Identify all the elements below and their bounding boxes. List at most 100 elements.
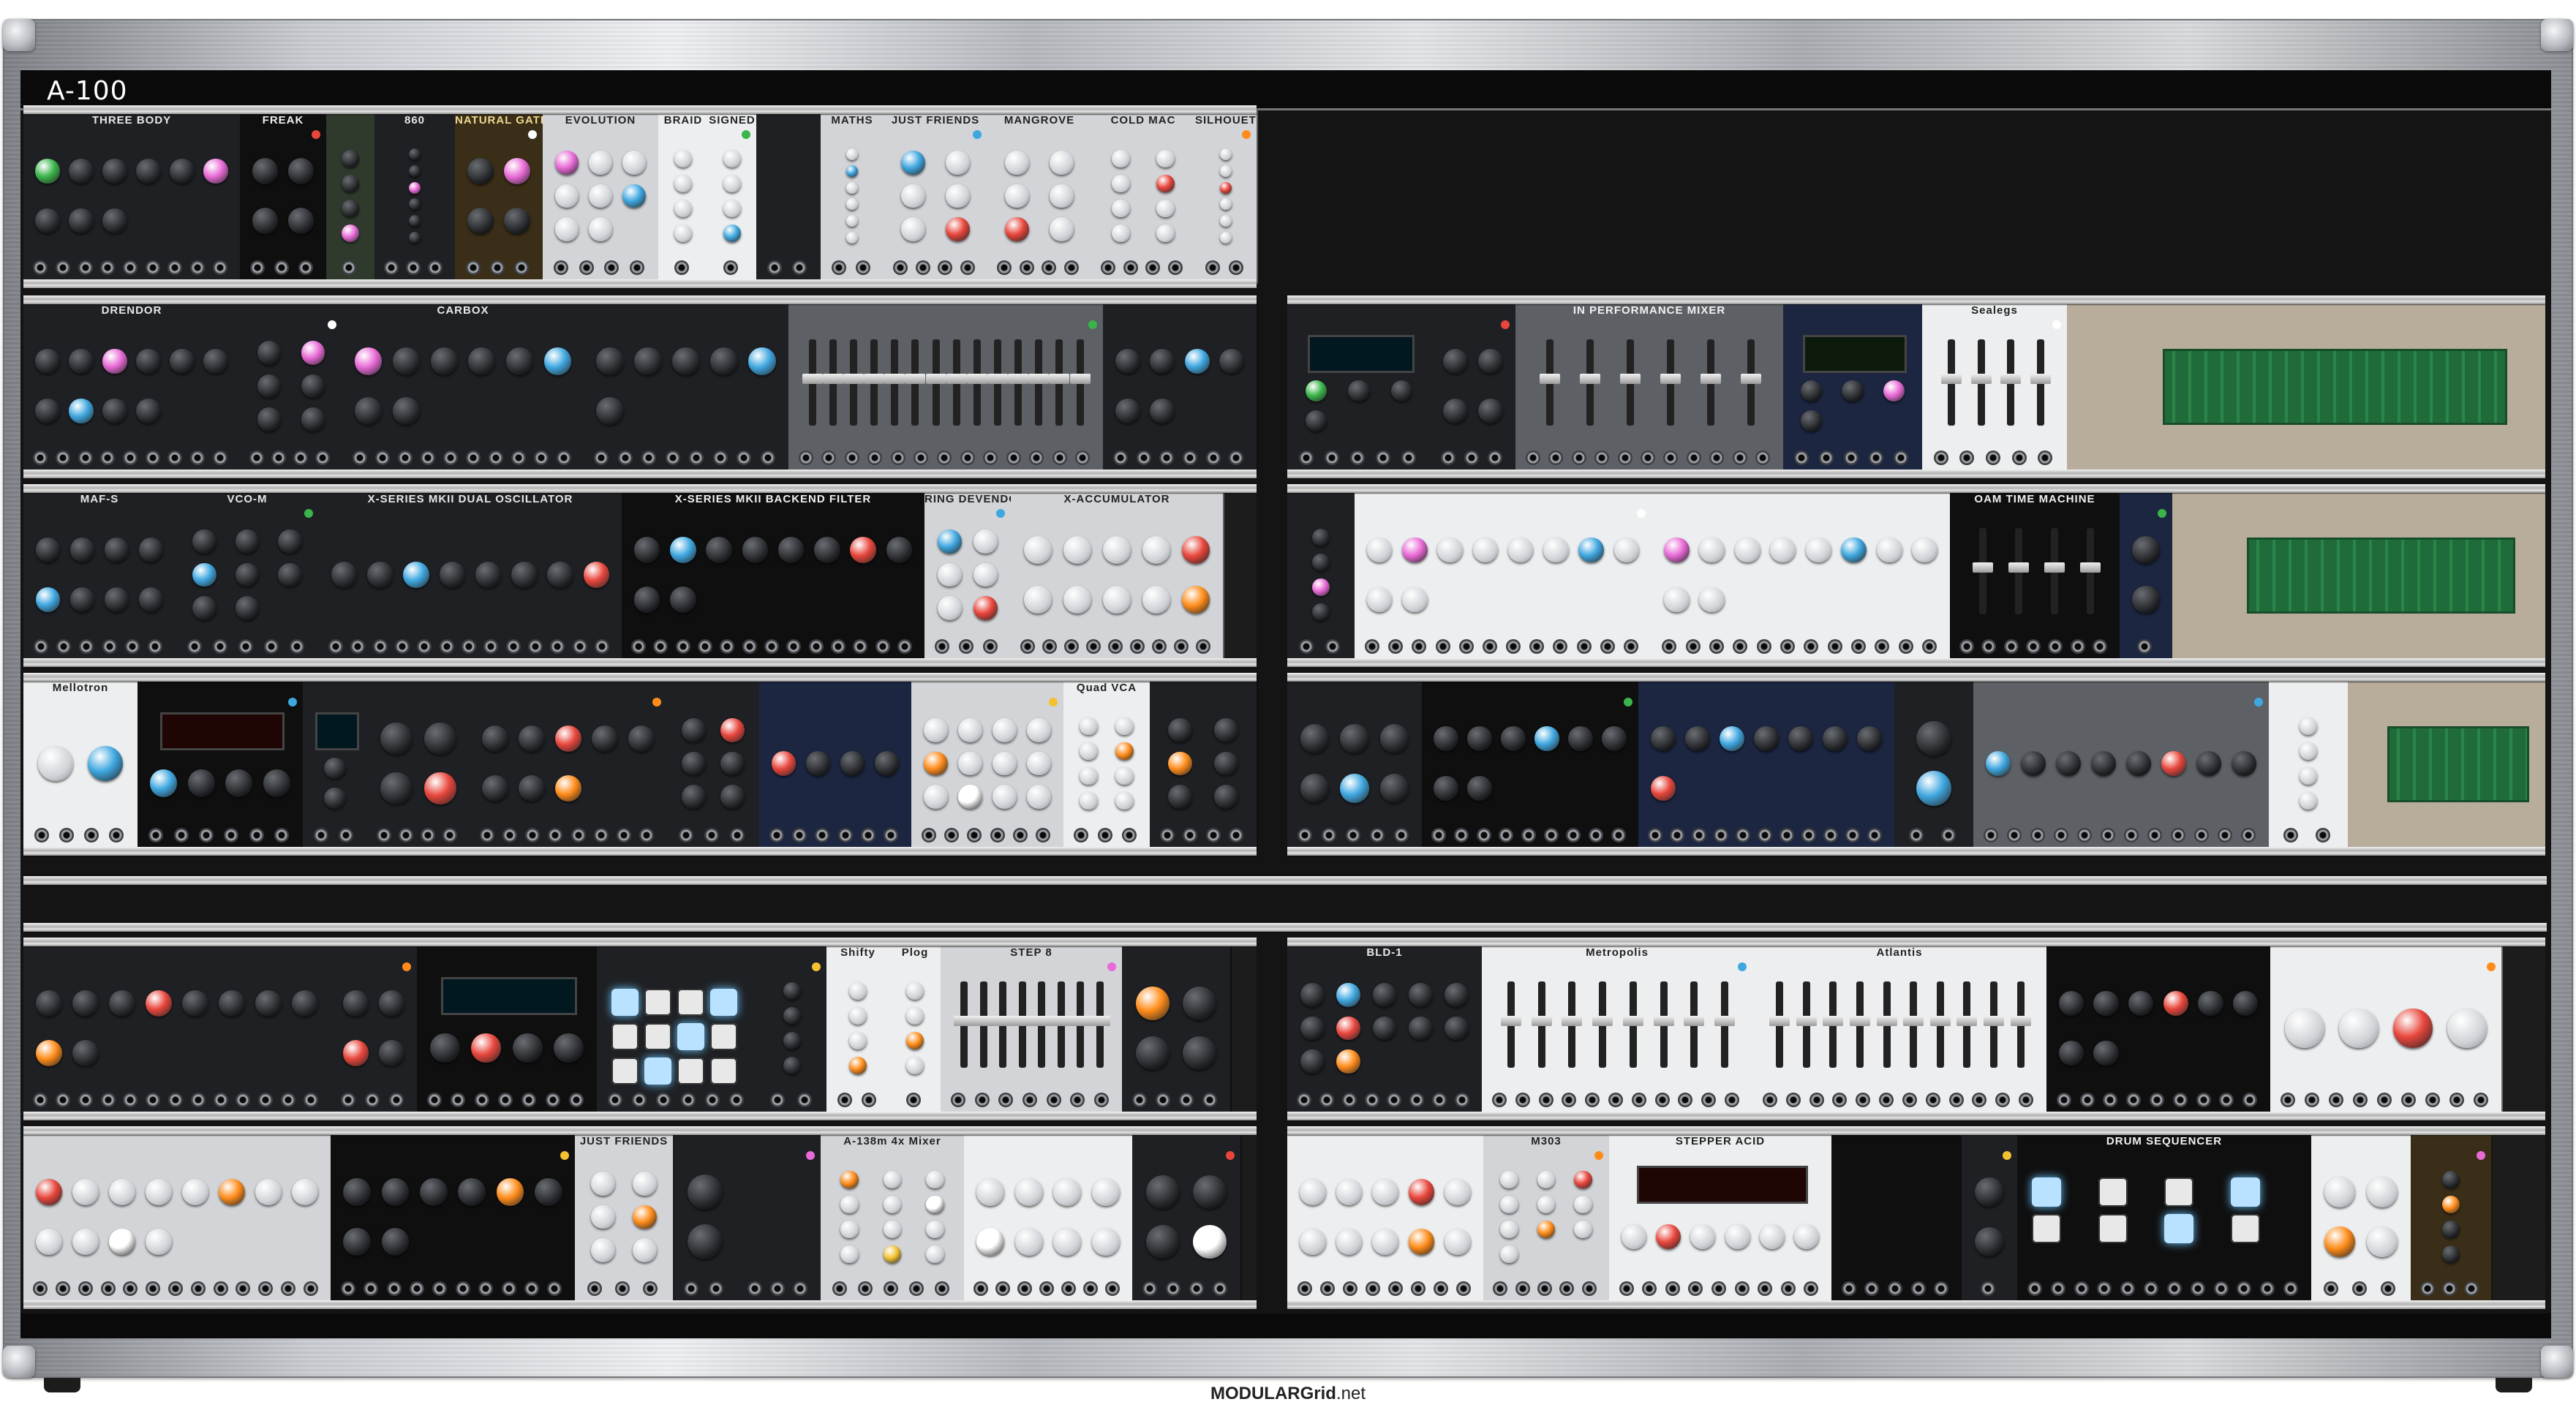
eurorack-module[interactable] xyxy=(331,942,418,1116)
fader-slider[interactable] xyxy=(1823,981,1844,1068)
control-knob[interactable] xyxy=(938,596,962,620)
patch-jack[interactable] xyxy=(704,828,719,842)
patch-jack[interactable] xyxy=(643,1281,658,1296)
patch-jack[interactable] xyxy=(2190,1281,2205,1296)
fader-slider[interactable] xyxy=(954,981,975,1068)
control-knob[interactable] xyxy=(846,214,859,227)
control-knob[interactable] xyxy=(35,349,60,374)
control-knob[interactable] xyxy=(973,596,998,620)
patch-jack[interactable] xyxy=(1159,450,1175,465)
control-knob[interactable] xyxy=(2447,1009,2487,1048)
patch-jack[interactable] xyxy=(1623,639,1638,654)
fader-slider[interactable] xyxy=(1653,981,1674,1068)
control-knob[interactable] xyxy=(783,1031,802,1050)
control-knob[interactable] xyxy=(1305,380,1327,402)
control-knob[interactable] xyxy=(138,587,164,612)
control-knob[interactable] xyxy=(1181,535,1210,565)
eurorack-module[interactable]: OAM TIME MACHINE xyxy=(1950,489,2121,663)
control-knob[interactable] xyxy=(1602,726,1627,751)
control-knob[interactable] xyxy=(1823,726,1848,751)
eurorack-module[interactable]: RING DEVENDOR xyxy=(924,489,1012,663)
patch-jack[interactable] xyxy=(238,639,253,654)
patch-jack[interactable] xyxy=(1299,639,1314,654)
patch-jack[interactable] xyxy=(109,828,124,842)
patch-jack[interactable] xyxy=(342,260,356,275)
patch-jack[interactable] xyxy=(455,1281,470,1296)
control-knob[interactable] xyxy=(301,407,325,431)
control-knob[interactable] xyxy=(104,538,129,562)
control-knob[interactable] xyxy=(37,745,74,782)
control-knob[interactable] xyxy=(846,231,859,244)
control-knob[interactable] xyxy=(1372,983,1397,1007)
patch-jack[interactable] xyxy=(1809,1093,1824,1107)
control-knob[interactable] xyxy=(1063,535,1092,565)
patch-jack[interactable] xyxy=(1409,1093,1425,1107)
patch-jack[interactable] xyxy=(2103,1093,2118,1107)
fader-slider[interactable] xyxy=(1031,981,1052,1068)
control-knob[interactable] xyxy=(1014,1178,1043,1206)
control-knob[interactable] xyxy=(783,1006,802,1025)
control-knob[interactable] xyxy=(1500,1245,1518,1264)
control-knob[interactable] xyxy=(901,184,925,208)
patch-jack[interactable] xyxy=(547,1281,562,1296)
patch-jack[interactable] xyxy=(1804,639,1819,654)
control-knob[interactable] xyxy=(471,1033,502,1063)
control-knob[interactable] xyxy=(475,562,502,588)
control-knob[interactable] xyxy=(771,751,796,776)
control-knob[interactable] xyxy=(1091,1178,1120,1206)
control-knob[interactable] xyxy=(109,1229,135,1255)
patch-jack[interactable] xyxy=(33,1093,48,1107)
control-knob[interactable] xyxy=(136,349,161,374)
control-knob[interactable] xyxy=(192,596,216,620)
control-knob[interactable] xyxy=(504,208,530,234)
patch-jack[interactable] xyxy=(684,1281,698,1296)
control-knob[interactable] xyxy=(1912,537,1938,563)
patch-jack[interactable] xyxy=(1959,450,1975,465)
control-knob[interactable] xyxy=(255,990,282,1017)
eurorack-module[interactable]: CARBOX xyxy=(342,300,585,474)
eurorack-module[interactable] xyxy=(326,110,376,284)
patch-jack[interactable] xyxy=(1733,639,1748,654)
control-knob[interactable] xyxy=(1050,151,1074,175)
patch-jack[interactable] xyxy=(1850,639,1866,654)
control-knob[interactable] xyxy=(670,587,696,613)
patch-jack[interactable] xyxy=(1491,1093,1507,1107)
control-knob[interactable] xyxy=(36,1040,62,1066)
eurorack-module[interactable] xyxy=(1287,1131,1485,1305)
control-knob[interactable] xyxy=(591,1172,615,1196)
patch-jack[interactable] xyxy=(167,260,183,275)
patch-jack[interactable] xyxy=(1167,260,1183,275)
control-knob[interactable] xyxy=(1192,1224,1227,1259)
patch-jack[interactable] xyxy=(1325,639,1340,654)
control-knob[interactable] xyxy=(1568,726,1593,751)
patch-jack[interactable] xyxy=(1029,450,1044,465)
patch-jack[interactable] xyxy=(967,828,982,842)
control-knob[interactable] xyxy=(1402,537,1428,563)
control-knob[interactable] xyxy=(993,718,1017,742)
trigger-pad[interactable] xyxy=(2098,1214,2128,1243)
control-knob[interactable] xyxy=(170,349,195,374)
control-knob[interactable] xyxy=(2055,750,2082,777)
patch-jack[interactable] xyxy=(656,1093,671,1107)
patch-jack[interactable] xyxy=(764,639,779,654)
patch-jack[interactable] xyxy=(1665,1281,1680,1296)
patch-jack[interactable] xyxy=(2283,828,2298,842)
patch-jack[interactable] xyxy=(1589,828,1603,842)
control-knob[interactable] xyxy=(1842,380,1864,402)
control-knob[interactable] xyxy=(924,785,948,809)
patch-jack[interactable] xyxy=(1202,1093,1217,1107)
control-knob[interactable] xyxy=(278,562,302,587)
control-knob[interactable] xyxy=(2299,791,2318,810)
control-knob[interactable] xyxy=(1156,174,1175,193)
control-knob[interactable] xyxy=(380,772,413,804)
fader-slider[interactable] xyxy=(1579,339,1600,426)
control-knob[interactable] xyxy=(1663,587,1690,613)
control-knob[interactable] xyxy=(1156,224,1175,243)
patch-jack[interactable] xyxy=(1867,828,1882,842)
patch-jack[interactable] xyxy=(1832,1093,1848,1107)
patch-jack[interactable] xyxy=(1758,828,1772,842)
control-knob[interactable] xyxy=(883,1245,902,1264)
control-knob[interactable] xyxy=(1150,348,1175,374)
control-knob[interactable] xyxy=(1574,1195,1592,1214)
patch-jack[interactable] xyxy=(674,260,689,275)
